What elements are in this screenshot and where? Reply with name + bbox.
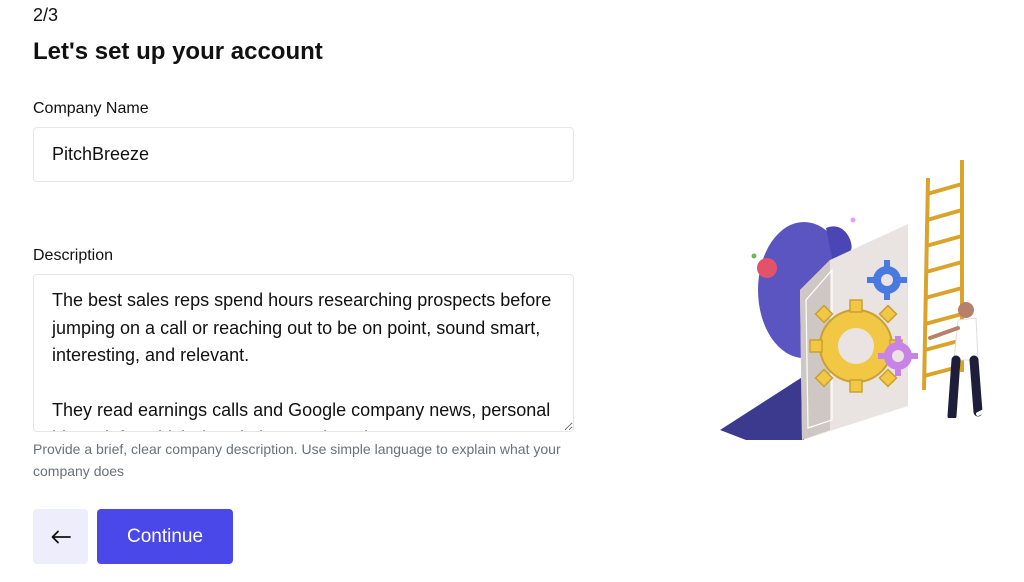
company-name-label: Company Name: [33, 100, 149, 117]
company-name-input[interactable]: [33, 127, 574, 182]
back-button[interactable]: [33, 509, 88, 564]
page-title: Let's set up your account: [33, 38, 323, 65]
description-label: Description: [33, 247, 114, 264]
arrow-left-icon: [51, 530, 71, 543]
gear-icon: [809, 299, 903, 393]
step-indicator: 2/3: [33, 5, 59, 25]
description-helper-text: Provide a brief, clear company descripti…: [33, 441, 561, 479]
description-textarea[interactable]: The best sales reps spend hours research…: [33, 274, 574, 432]
continue-button[interactable]: Continue: [97, 509, 233, 564]
setup-illustration: [720, 160, 988, 440]
setup-account-page: 2/3 Let's set up your account Company Na…: [0, 0, 1024, 582]
